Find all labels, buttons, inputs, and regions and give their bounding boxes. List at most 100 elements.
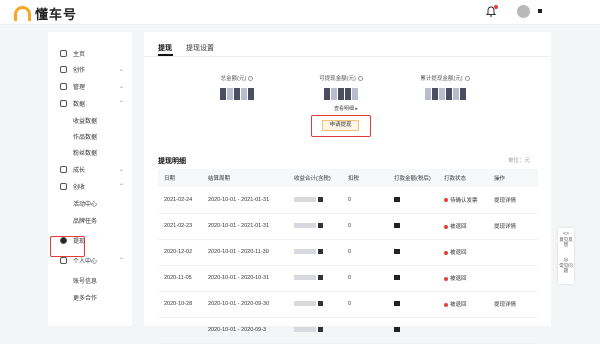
sidebar-item[interactable]: 账号信息 xyxy=(48,272,132,288)
masked-value xyxy=(294,275,316,281)
cell-payment-masked xyxy=(388,213,438,240)
cell-income-masked xyxy=(288,317,342,344)
cell-period: 2020-10-01 - 2020-09-30 xyxy=(202,291,288,318)
sidebar-item-label: 数据 xyxy=(73,101,86,108)
masked-value xyxy=(394,301,400,307)
sidebar-item[interactable]: 品牌任务 xyxy=(48,212,132,228)
sidebar-item[interactable]: 作品数据 xyxy=(48,128,132,144)
sidebar-item[interactable]: 数据 ⌃ xyxy=(48,95,132,111)
sidebar-item[interactable]: 更多合作 xyxy=(48,289,132,305)
stat-cumulative: 累计提现金额(元) xyxy=(400,74,490,100)
cell-income-masked xyxy=(288,291,342,318)
stat-available: 可提现金额(元) xyxy=(296,74,386,100)
masked-value xyxy=(294,301,316,307)
sidebar-item[interactable]: 成长 ⌄ xyxy=(48,161,132,177)
user-icon xyxy=(60,256,67,264)
sidebar-item-label: 收益数据 xyxy=(73,118,98,125)
masked-value xyxy=(318,301,323,307)
highlight-box-apply-button xyxy=(311,115,371,137)
logo[interactable]: 懂车号 xyxy=(14,4,77,23)
cell-period: 2020-10-01 - 2020-09-3 xyxy=(202,317,288,344)
unit-note: 单位：元 xyxy=(508,158,531,164)
sidebar-item-label: 更多合作 xyxy=(73,295,98,302)
chevron-icon: ⌃ xyxy=(119,257,125,264)
masked-value xyxy=(318,196,323,202)
faq-button[interactable]: ◎ 常见问题 xyxy=(558,258,574,274)
stat-available-label: 可提现金额(元) xyxy=(319,76,356,82)
cell-status: 被退回 xyxy=(438,213,488,240)
feedback-button[interactable]: <> 意见反馈 xyxy=(558,232,574,248)
column-header: 打款状态 xyxy=(438,169,488,187)
cell-period: 2020-10-01 - 2020-11-30 xyxy=(202,239,288,266)
sidebar: 主页 创作 ⌄ 管理 ⌄ 数据 ⌃ 收益数据 作品数据 粉丝数据 成长 ⌄ 创收 ⌃ 活动中心 品牌任务 提现个… xyxy=(48,32,132,326)
sidebar-item[interactable]: 活动中心 xyxy=(48,195,132,211)
sidebar-item[interactable]: 收益数据 xyxy=(48,112,132,128)
masked-value xyxy=(294,327,316,333)
withdraw-records-table: 日期 结算周期 收益合计(含税) 扣税 打款金额(税后) 打款状态 操作 202… xyxy=(158,169,538,344)
cell-tax: 0 xyxy=(342,265,388,292)
sidebar-item[interactable]: 创收 ⌃ xyxy=(48,178,132,194)
stat-total-label: 总金额(元) xyxy=(220,76,247,82)
cell-period: 2020-10-01 - 2020-10-31 xyxy=(202,265,288,292)
cell-action[interactable]: 提现详情 xyxy=(488,291,538,318)
masked-value xyxy=(294,223,316,229)
help-icon[interactable] xyxy=(248,76,254,82)
status-label: 待确认发票 xyxy=(450,197,478,204)
sidebar-item-label: 主页 xyxy=(73,51,86,58)
status-dot-icon xyxy=(444,224,448,229)
masked-value xyxy=(318,249,323,255)
cell-action[interactable]: 提现详情 xyxy=(488,187,538,214)
chevron-icon: ⌄ xyxy=(119,66,125,73)
tab-withdraw[interactable]: 提现 xyxy=(158,43,172,53)
view-details-link[interactable]: 查看明细 ▸ xyxy=(334,105,358,112)
cell-status: 被退回 xyxy=(438,239,488,266)
edit-icon xyxy=(60,65,67,73)
masked-value xyxy=(394,223,400,229)
table-header-row: 日期 结算周期 收益合计(含税) 扣税 打款金额(税后) 打款状态 操作 xyxy=(158,169,538,187)
help-icon[interactable] xyxy=(464,76,470,82)
masked-value xyxy=(394,196,400,202)
sidebar-item-label: 活动中心 xyxy=(73,201,98,208)
column-header: 收益合计(含税) xyxy=(288,169,342,187)
folder-icon xyxy=(60,82,67,90)
cell-action[interactable]: 提现详情 xyxy=(488,213,538,240)
cell-income-masked xyxy=(288,187,342,214)
cell-date: 2020-12-02 xyxy=(158,239,202,266)
status-dot-icon xyxy=(444,276,448,281)
status-label: 被退回 xyxy=(450,250,467,256)
table-row: 2020-11-05 2020-10-01 - 2020-10-31 0 被退回 xyxy=(158,265,538,292)
chevron-icon: ⌄ xyxy=(119,166,125,173)
sidebar-item[interactable]: 管理 ⌄ xyxy=(48,78,132,94)
tab-withdraw-settings[interactable]: 提现设置 xyxy=(186,43,214,53)
column-header: 操作 xyxy=(488,169,538,187)
cell-action[interactable] xyxy=(488,317,538,344)
cell-payment-masked xyxy=(388,265,438,292)
masked-value xyxy=(318,275,323,281)
main-panel: 提现 提现设置 总金额(元) 可提现金额(元) 累计提现金额(元) 查看明细 ▸… xyxy=(144,32,551,344)
cell-period: 2020-10-01 - 2021-01-31 xyxy=(202,187,288,214)
chart-icon xyxy=(60,99,67,107)
column-header: 打款金额(税后) xyxy=(388,169,438,187)
table-row: 2021-02-23 2020-10-01 - 2021-01-31 0 被退回 提现详… xyxy=(158,213,538,240)
column-header: 扣税 xyxy=(342,169,388,187)
highlight-box-withdraw-nav xyxy=(50,236,85,257)
sidebar-item[interactable]: 粉丝数据 xyxy=(48,144,132,160)
account-menu-icon[interactable] xyxy=(538,9,542,13)
stat-available-value-masked xyxy=(296,88,386,100)
cell-action[interactable] xyxy=(488,239,538,266)
help-icon[interactable] xyxy=(357,76,363,82)
avatar[interactable] xyxy=(517,5,530,18)
cell-payment-masked xyxy=(388,239,438,266)
sidebar-item[interactable]: 创作 ⌄ xyxy=(48,61,132,77)
cell-status: 被退回 xyxy=(438,265,488,292)
sidebar-item[interactable]: 主页 xyxy=(48,45,132,61)
masked-value xyxy=(318,327,323,333)
cell-status: 待确认发票 xyxy=(438,187,488,214)
cell-action[interactable] xyxy=(488,265,538,292)
logo-text: 懂车号 xyxy=(35,7,78,22)
status-label: 被退回 xyxy=(450,302,467,308)
cell-income-masked xyxy=(288,239,342,266)
stat-total-value-masked xyxy=(192,88,282,100)
floating-help-panel: <> 意见反馈 ◎ 常见问题 xyxy=(558,228,574,284)
sidebar-item-label: 创作 xyxy=(73,67,86,74)
